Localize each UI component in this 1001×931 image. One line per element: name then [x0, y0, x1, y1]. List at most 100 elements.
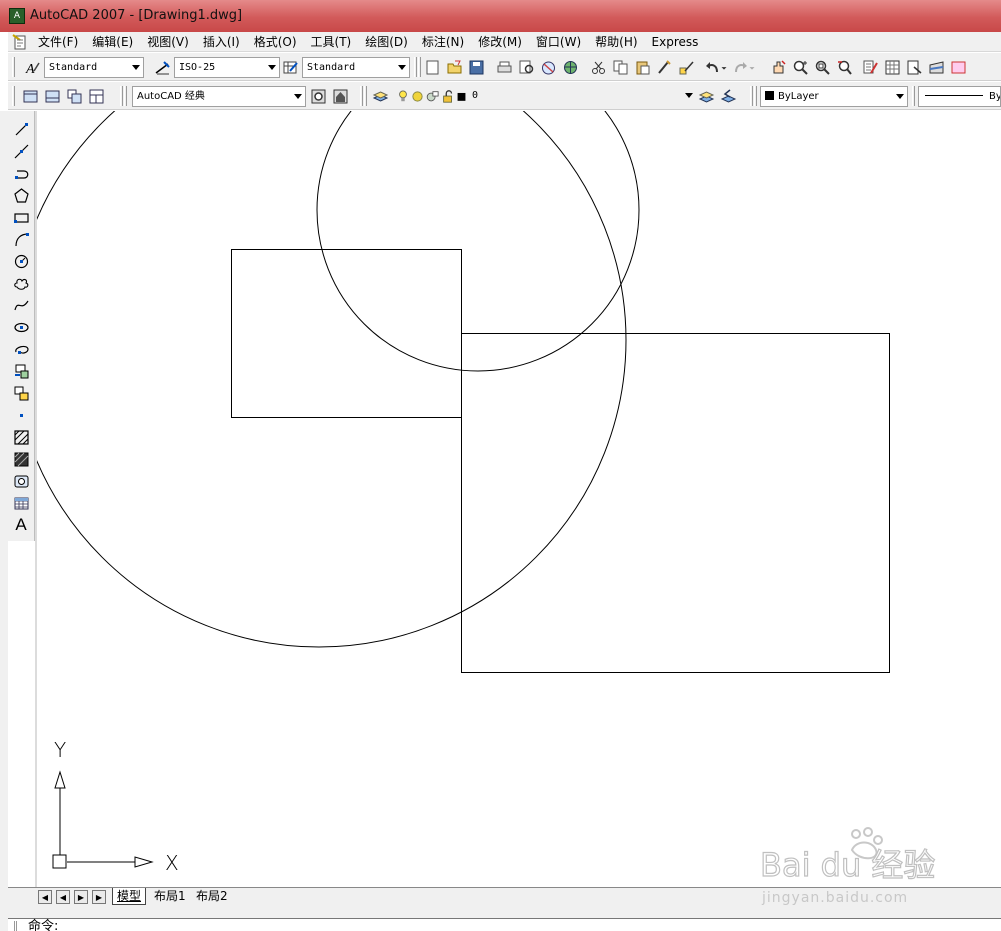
- properties-icon[interactable]: [860, 57, 880, 77]
- dim-style-select[interactable]: ISO-25: [174, 57, 280, 78]
- toolbar-grip[interactable]: [120, 86, 123, 106]
- gradient-icon[interactable]: [11, 449, 31, 469]
- toolbar-grip[interactable]: [12, 86, 15, 106]
- tool-palettes-icon[interactable]: [904, 57, 924, 77]
- toolbar-grip[interactable]: [124, 86, 127, 106]
- dim-style-icon[interactable]: [152, 57, 172, 77]
- block-editor-icon[interactable]: [676, 57, 696, 77]
- table-style-icon[interactable]: [280, 57, 300, 77]
- point-icon[interactable]: [11, 405, 31, 425]
- zoom-window-icon[interactable]: [812, 57, 832, 77]
- text-style-select[interactable]: Standard: [44, 57, 144, 78]
- line-icon[interactable]: [11, 119, 31, 139]
- menu-file[interactable]: 文件(F): [38, 33, 85, 50]
- multiline-text-icon[interactable]: A: [11, 515, 31, 535]
- layer-color-swatch[interactable]: [454, 86, 468, 106]
- plot-icon[interactable]: [494, 57, 514, 77]
- sheet-set-manager-icon[interactable]: [926, 57, 946, 77]
- prev-tab-icon[interactable]: ◀: [56, 890, 70, 904]
- cut-icon[interactable]: [588, 57, 608, 77]
- layer-on-bulb-icon[interactable]: [396, 86, 410, 106]
- menu-edit[interactable]: 编辑(E): [92, 33, 140, 50]
- paste-icon[interactable]: [632, 57, 652, 77]
- zoom-previous-icon[interactable]: [834, 57, 854, 77]
- make-block-icon[interactable]: [11, 383, 31, 403]
- ellipse-icon[interactable]: [11, 317, 31, 337]
- plot-preview-icon[interactable]: [516, 57, 536, 77]
- autocad-app-icon[interactable]: A: [9, 8, 25, 24]
- save-icon[interactable]: [466, 57, 486, 77]
- spline-icon[interactable]: [11, 295, 31, 315]
- drawing-canvas[interactable]: Y X: [37, 111, 1001, 887]
- toolbar-grip[interactable]: [418, 57, 421, 77]
- tab-layout1[interactable]: 布局1: [150, 888, 190, 905]
- circle-icon[interactable]: [11, 251, 31, 271]
- construction-line-icon[interactable]: [11, 141, 31, 161]
- next-tab-icon[interactable]: ▶: [74, 890, 88, 904]
- toolbar-grip[interactable]: [360, 86, 363, 106]
- large-circle[interactable]: [37, 111, 627, 648]
- layer-previous-icon[interactable]: [718, 86, 738, 106]
- undo-dropdown-icon[interactable]: [718, 57, 730, 77]
- hatch-icon[interactable]: [11, 427, 31, 447]
- tab-layout2[interactable]: 布局2: [192, 888, 232, 905]
- menu-help[interactable]: 帮助(H): [595, 33, 644, 50]
- linetype-select[interactable]: ByL: [918, 86, 1001, 107]
- workspace-layout-icon[interactable]: [86, 86, 106, 106]
- toolbar-grip[interactable]: [364, 86, 367, 106]
- workspace-gear-icon[interactable]: [308, 86, 328, 106]
- menu-dimension[interactable]: 标注(N): [422, 33, 471, 50]
- pan-realtime-icon[interactable]: [768, 57, 788, 77]
- command-grip[interactable]: [14, 921, 17, 931]
- large-rectangle[interactable]: [461, 333, 890, 673]
- region-icon[interactable]: [11, 471, 31, 491]
- first-tab-icon[interactable]: ◀: [38, 890, 52, 904]
- command-line[interactable]: 命令:: [8, 918, 1001, 931]
- tab-model[interactable]: 模型: [112, 888, 147, 905]
- polygon-icon[interactable]: [11, 185, 31, 205]
- layer-manager-icon[interactable]: [370, 86, 390, 106]
- redo-dropdown-icon[interactable]: [746, 57, 758, 77]
- arc-icon[interactable]: [11, 229, 31, 249]
- menu-format[interactable]: 格式(O): [254, 33, 304, 50]
- make-object-layer-current-icon[interactable]: [696, 86, 716, 106]
- document-icon[interactable]: [12, 33, 28, 50]
- design-center-icon[interactable]: [882, 57, 902, 77]
- menu-draw[interactable]: 绘图(D): [365, 33, 415, 50]
- toolbar-grip[interactable]: [750, 86, 753, 106]
- workspace-toolbar-icon[interactable]: [64, 86, 84, 106]
- toolbar-grip[interactable]: [414, 57, 417, 77]
- menu-view[interactable]: 视图(V): [147, 33, 196, 50]
- menu-insert[interactable]: 插入(I): [203, 33, 247, 50]
- small-rectangle[interactable]: [231, 249, 462, 418]
- copy-icon[interactable]: [610, 57, 630, 77]
- table-style-select[interactable]: Standard: [302, 57, 410, 78]
- layer-select[interactable]: 0: [468, 86, 696, 107]
- zoom-realtime-icon[interactable]: [790, 57, 810, 77]
- toolbar-grip[interactable]: [912, 86, 915, 106]
- toolbar-grip[interactable]: [12, 57, 15, 77]
- layer-thaw-sun-icon[interactable]: [410, 86, 424, 106]
- color-select[interactable]: ByLayer: [760, 86, 908, 107]
- menu-express[interactable]: Express: [652, 35, 706, 49]
- publish-icon[interactable]: [538, 57, 558, 77]
- table-icon[interactable]: [11, 493, 31, 513]
- ellipse-arc-icon[interactable]: [11, 339, 31, 359]
- menu-tools[interactable]: 工具(T): [311, 33, 359, 50]
- match-properties-icon[interactable]: [654, 57, 674, 77]
- workspace-save-icon[interactable]: [42, 86, 62, 106]
- workspace-home-icon[interactable]: [330, 86, 350, 106]
- new-file-icon[interactable]: [422, 57, 442, 77]
- polyline-icon[interactable]: [11, 163, 31, 183]
- small-circle[interactable]: [316, 111, 640, 372]
- rectangle-icon[interactable]: [11, 207, 31, 227]
- text-style-icon[interactable]: A: [22, 57, 42, 77]
- toolbar-grip[interactable]: [754, 86, 757, 106]
- workspace-select[interactable]: AutoCAD 经典: [132, 86, 306, 107]
- revision-cloud-icon[interactable]: [11, 273, 31, 293]
- layer-vp-freeze-icon[interactable]: [424, 86, 440, 106]
- open-file-icon[interactable]: [444, 57, 464, 77]
- insert-block-icon[interactable]: [11, 361, 31, 381]
- menu-modify[interactable]: 修改(M): [478, 33, 529, 50]
- publish-web-icon[interactable]: [560, 57, 580, 77]
